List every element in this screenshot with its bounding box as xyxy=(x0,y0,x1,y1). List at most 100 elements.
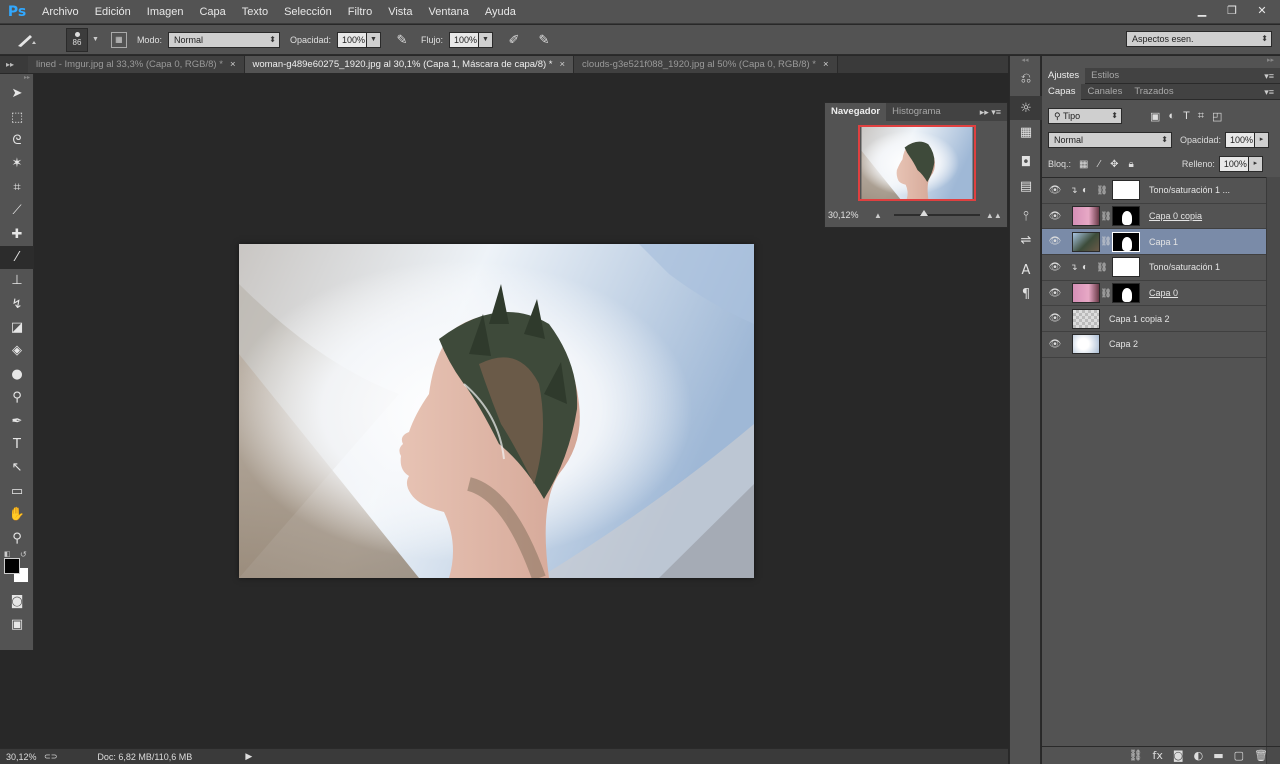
zoom-tool-icon[interactable]: ⚲ xyxy=(0,526,34,549)
tabs-overflow-icon[interactable]: ▸▸ xyxy=(0,56,28,73)
layer-opacity-toggle[interactable]: ▸ xyxy=(1255,132,1270,148)
status-zoom-value[interactable]: 30,12% xyxy=(6,752,38,762)
pressure-opacity-icon[interactable]: ✎ xyxy=(393,31,411,49)
hand-tool-icon[interactable]: ✋ xyxy=(0,503,34,526)
lasso-tool-icon[interactable]: ᘓ xyxy=(0,129,34,152)
workspace-dropdown[interactable]: Aspectos esen. xyxy=(1126,31,1272,47)
mode-dropdown[interactable]: Normal xyxy=(167,31,280,48)
adjustments-sun-icon[interactable]: ☼ xyxy=(1010,96,1042,120)
tab-estilos[interactable]: Estilos xyxy=(1085,68,1125,84)
menu-filtro[interactable]: Filtro xyxy=(340,0,380,24)
flow-slider-toggle[interactable]: ▼ xyxy=(479,31,493,48)
brushes-icon[interactable]: ⫯ xyxy=(1010,204,1042,228)
layer-row[interactable]: 👁︎ Capa 2 xyxy=(1042,332,1266,358)
filter-adjustment-icon[interactable]: ◐ xyxy=(1168,110,1175,123)
menu-capa[interactable]: Capa xyxy=(191,0,233,24)
close-button[interactable]: ✕ xyxy=(1252,3,1272,19)
share-icon[interactable]: ⊂⊃ xyxy=(44,752,57,761)
layer-row[interactable]: 👁︎ Capa 1 copia 2 xyxy=(1042,306,1266,333)
tab-document-3[interactable]: clouds-g3e521f088_1920.jpg al 50% (Capa … xyxy=(574,56,838,73)
filter-smart-object-icon[interactable]: ◰ xyxy=(1212,110,1222,123)
layer-thumbnail[interactable] xyxy=(1072,206,1100,227)
paragraph-panel-icon[interactable]: ¶ xyxy=(1010,282,1042,306)
new-adjustment-icon[interactable]: ◐ xyxy=(1194,749,1204,762)
layer-thumbnail[interactable] xyxy=(1072,308,1100,329)
navigator-zoom-value[interactable]: 30,12% xyxy=(828,210,868,220)
menu-archivo[interactable]: Archivo xyxy=(34,0,87,24)
path-selection-tool-icon[interactable]: ↖ xyxy=(0,456,34,479)
layer-thumbnail[interactable] xyxy=(1072,283,1100,304)
restore-button[interactable]: ❐ xyxy=(1222,3,1242,19)
new-layer-icon[interactable]: ▢ xyxy=(1234,749,1244,762)
healing-brush-tool-icon[interactable]: ✚ xyxy=(0,222,34,245)
panel-menu-icon[interactable]: ▾≡ xyxy=(1264,68,1274,84)
fill-input[interactable]: 100% xyxy=(1218,156,1249,172)
lock-position-icon[interactable]: ✥ xyxy=(1110,159,1118,170)
lock-all-icon[interactable]: 🔒︎ xyxy=(1129,159,1134,170)
layer-row-selected[interactable]: 👁︎ ⛓ Capa 1 xyxy=(1042,229,1266,256)
tab-close-icon[interactable]: × xyxy=(823,59,829,70)
new-group-icon[interactable]: ▬ xyxy=(1213,749,1223,762)
screen-mode-icon[interactable]: ▣ xyxy=(0,613,34,636)
layer-row[interactable]: 👁︎ ⛓ Capa 0 xyxy=(1042,281,1266,307)
zoom-slider-handle[interactable] xyxy=(919,210,928,216)
layer-mask-thumbnail[interactable] xyxy=(1112,231,1140,252)
pen-tool-icon[interactable]: ✒ xyxy=(0,409,34,432)
opacity-slider-toggle[interactable]: ▼ xyxy=(366,31,381,48)
brush-settings-icon[interactable]: ⇌ xyxy=(1010,228,1042,252)
actions-icon[interactable]: ▤ xyxy=(1010,174,1042,198)
blend-mode-dropdown[interactable]: Normal xyxy=(1048,132,1172,148)
filter-type-icon[interactable]: T xyxy=(1183,110,1190,123)
menu-edicion[interactable]: Edición xyxy=(87,0,139,24)
brush-panel-icon[interactable]: ▦ xyxy=(110,31,127,48)
tab-document-2[interactable]: woman-g489e60275_1920.jpg al 30,1% (Capa… xyxy=(244,56,575,73)
brush-tool-icon[interactable]: ⁄ xyxy=(0,245,34,270)
visibility-eye-icon[interactable]: 👁︎ xyxy=(1042,236,1068,247)
airbrush-icon[interactable]: ✐ xyxy=(505,31,523,49)
layers-scrollbar[interactable] xyxy=(1266,177,1280,764)
tab-navegador[interactable]: Navegador xyxy=(825,103,887,121)
rectangle-tool-icon[interactable]: ▭ xyxy=(0,480,34,503)
mask-link-icon[interactable]: ⛓ xyxy=(1096,262,1108,273)
menu-vista[interactable]: Vista xyxy=(380,0,420,24)
lock-pixels-icon[interactable]: ⁄ xyxy=(1098,159,1100,170)
panel-grip-icon[interactable]: ▸▸ xyxy=(0,74,33,82)
navigator-thumbnail[interactable] xyxy=(858,125,976,201)
visibility-eye-icon[interactable]: 👁︎ xyxy=(1042,288,1068,299)
marquee-tool-icon[interactable]: ⬚ xyxy=(0,105,34,128)
menu-texto[interactable]: Texto xyxy=(234,0,276,24)
link-layers-icon[interactable]: ⛓ xyxy=(1129,749,1143,762)
character-panel-icon[interactable]: A xyxy=(1010,258,1042,282)
panel-menu-icon[interactable]: ▾≡ xyxy=(1264,84,1274,100)
swap-colors-icon[interactable]: ↺ xyxy=(20,550,27,559)
visibility-eye-icon[interactable]: 👁︎ xyxy=(1042,339,1068,350)
tab-close-icon[interactable]: × xyxy=(559,59,565,70)
visibility-eye-icon[interactable]: 👁︎ xyxy=(1042,313,1068,324)
filter-pixel-icon[interactable]: ▣ xyxy=(1150,110,1160,123)
lock-transparency-icon[interactable]: ▦ xyxy=(1079,159,1088,170)
status-menu-arrow-icon[interactable]: ▶ xyxy=(245,751,252,762)
foreground-color-swatch[interactable] xyxy=(4,557,20,574)
opacity-input[interactable]: 100% xyxy=(336,31,367,48)
swatches-icon[interactable]: ▦ xyxy=(1010,120,1042,144)
layer-row[interactable]: 👁︎ ⛓ Capa 0 copia xyxy=(1042,204,1266,230)
chevron-down-icon[interactable]: ▼ xyxy=(92,36,99,43)
layer-opacity-input[interactable]: 100% xyxy=(1225,132,1256,148)
crop-tool-icon[interactable]: ⌗ xyxy=(0,176,34,199)
layer-mask-thumbnail[interactable] xyxy=(1112,283,1140,304)
zoom-slider[interactable] xyxy=(893,210,980,216)
fill-toggle[interactable]: ▸ xyxy=(1248,156,1263,172)
tab-ajustes[interactable]: Ajustes xyxy=(1042,67,1086,84)
dock-collapse-icon[interactable]: ▸▸ xyxy=(1042,56,1280,68)
magic-wand-tool-icon[interactable]: ✶ xyxy=(0,152,34,175)
libraries-icon[interactable]: ◘ xyxy=(1010,150,1042,174)
layer-filter-dropdown[interactable]: ⚲ Tipo xyxy=(1048,108,1122,124)
document-canvas[interactable] xyxy=(239,244,754,578)
layer-mask-thumbnail[interactable] xyxy=(1112,206,1140,227)
menu-imagen[interactable]: Imagen xyxy=(139,0,192,24)
quick-mask-icon[interactable]: ◙ xyxy=(0,590,34,613)
eraser-tool-icon[interactable]: ◪ xyxy=(0,316,34,339)
tool-preset-picker[interactable] xyxy=(10,28,42,52)
layer-mask-thumbnail[interactable] xyxy=(1112,180,1140,201)
layer-row[interactable]: 👁︎ ↴ ◐ ⛓ Tono/saturación 1 ... xyxy=(1042,178,1266,204)
